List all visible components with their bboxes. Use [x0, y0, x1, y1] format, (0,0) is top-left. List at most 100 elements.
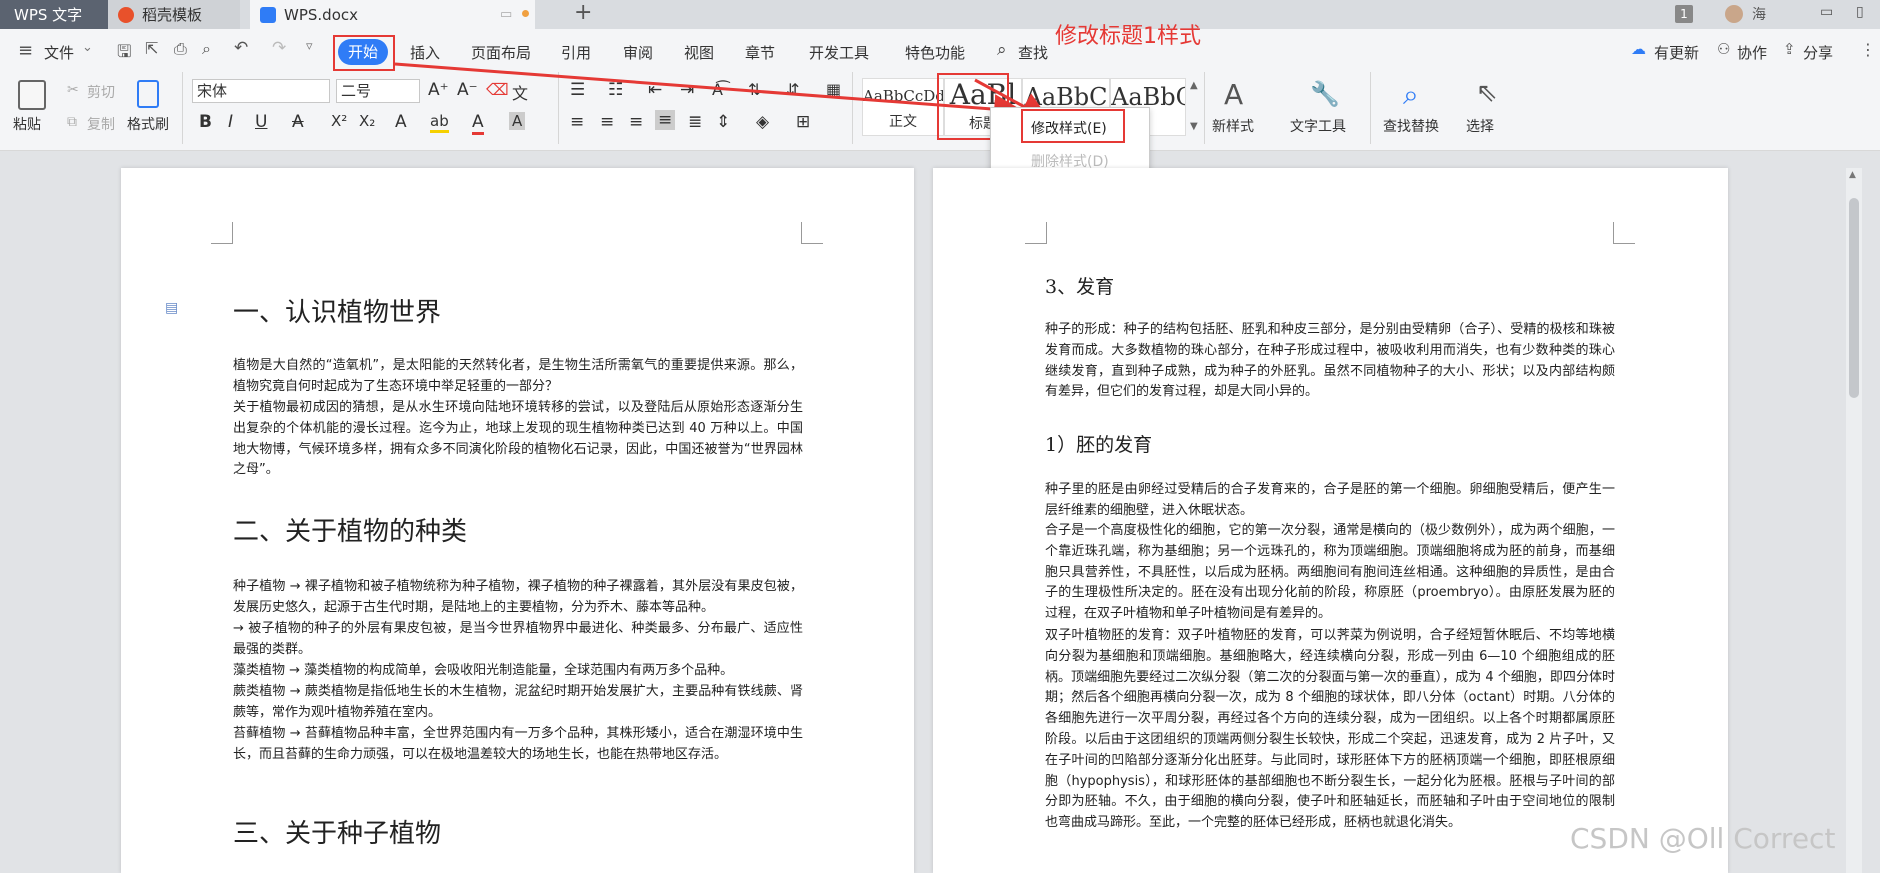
table-icon[interactable]: ▦: [826, 80, 841, 99]
more-icon[interactable]: ⋮: [1860, 40, 1876, 59]
undo-icon[interactable]: ↶: [234, 38, 248, 58]
numbered-list-icon[interactable]: ☷: [608, 80, 623, 100]
body-paragraph[interactable]: 双子叶植物胚的发育：双子叶植物胚的发育，可以荠菜为例说明，合子经短暂休眠后、不均…: [1045, 626, 1615, 834]
body-paragraph[interactable]: 合子是一个高度极性化的细胞，它的第一次分裂，通常是横向的（极少数例外），成为两个…: [1045, 521, 1615, 625]
shrink-font-icon[interactable]: A⁻: [457, 80, 478, 100]
font-size-select[interactable]: 二号: [336, 79, 420, 103]
minimize-icon[interactable]: ▭: [1820, 4, 1833, 20]
align-center-icon[interactable]: ≡: [600, 112, 614, 132]
align-left-icon[interactable]: ≡: [570, 112, 584, 132]
body-paragraph[interactable]: → 被子植物的种子的外层有果皮包被，是当今世界植物界中最进化、种类最多、分布最广…: [233, 619, 803, 661]
distributed-icon[interactable]: ≣: [688, 112, 702, 132]
grow-font-icon[interactable]: A⁺: [428, 80, 449, 100]
font-name-select[interactable]: 宋体: [192, 79, 330, 103]
body-paragraph[interactable]: 苔藓植物 → 苔藓植物品种丰富，全世界范围内有一万多个品种，其株形矮小，适合在潮…: [233, 724, 803, 766]
heading-1[interactable]: 二、关于植物的种类: [233, 511, 467, 548]
decrease-indent-icon[interactable]: ⇤: [648, 80, 662, 100]
clear-format-icon[interactable]: ⌫: [486, 80, 509, 99]
document-icon[interactable]: ▤: [165, 300, 178, 316]
paragraph-spacing-icon[interactable]: ⇕: [716, 112, 730, 132]
vertical-scrollbar[interactable]: ▲: [1846, 168, 1862, 873]
page-count-badge[interactable]: 1: [1675, 5, 1693, 23]
char-shading-icon[interactable]: A: [509, 112, 526, 130]
strikethrough-icon[interactable]: A: [292, 112, 304, 132]
italic-icon[interactable]: I: [228, 112, 233, 132]
shading-icon[interactable]: ◈: [756, 112, 769, 132]
body-paragraph[interactable]: 种子的形成：种子的结构包括胚、胚乳和种皮三部分，是分别由受精卵（合子）、受精的极…: [1045, 320, 1615, 403]
restore-icon[interactable]: ▯: [1856, 4, 1864, 20]
username[interactable]: 海: [1752, 4, 1766, 24]
scroll-up-icon[interactable]: ▲: [1849, 170, 1856, 180]
print-icon[interactable]: ⎙: [174, 39, 187, 59]
align-right-icon[interactable]: ≡: [629, 112, 643, 132]
body-paragraph[interactable]: 种子植物 → 裸子植物和被子植物统称为种子植物，裸子植物的种子裸露着，其外层没有…: [233, 577, 803, 619]
copy-button[interactable]: 复制: [87, 114, 115, 134]
paste-button[interactable]: 粘贴: [13, 114, 41, 134]
tab-insert[interactable]: 插入: [410, 42, 440, 63]
share-button[interactable]: 分享: [1803, 42, 1833, 63]
search-command[interactable]: 查找: [1018, 42, 1048, 63]
body-paragraph[interactable]: 种子里的胚是由卵经过受精后的合子发育来的，合子是胚的第一个细胞。卵细胞受精后，便…: [1045, 480, 1615, 522]
scrollbar-thumb[interactable]: [1849, 198, 1859, 398]
document-page-1[interactable]: ▤ 一、认识植物世界 植物是大自然的“造氧机”，是太阳能的天然转化者，是生物生活…: [121, 168, 914, 873]
sort-icon[interactable]: ⇅: [748, 80, 761, 99]
monitor-icon[interactable]: ▭: [500, 7, 512, 22]
hamburger-icon[interactable]: ≡: [18, 40, 33, 61]
bold-icon[interactable]: B: [199, 112, 212, 132]
increase-indent-icon[interactable]: ⇥: [680, 80, 694, 100]
tab-special[interactable]: 特色功能: [905, 42, 965, 63]
format-painter-button[interactable]: 格式刷: [127, 114, 169, 134]
pinyin-icon[interactable]: 文: [512, 80, 528, 104]
borders-icon[interactable]: ⊞: [796, 112, 810, 132]
redo-icon[interactable]: ↷: [272, 38, 286, 58]
heading-1[interactable]: 一、认识植物世界: [233, 292, 441, 329]
justify-icon[interactable]: ≡: [655, 110, 676, 130]
tab-wps-writer[interactable]: WPS 文字: [0, 0, 108, 29]
file-menu[interactable]: 文件: [44, 42, 74, 63]
heading-1[interactable]: 三、关于种子植物: [233, 813, 441, 850]
cut-button[interactable]: 剪切: [87, 82, 115, 102]
document-page-2[interactable]: 3、发育 种子的形成：种子的结构包括胚、胚乳和种皮三部分，是分别由受精卵（合子）…: [933, 168, 1728, 873]
tab-developer[interactable]: 开发工具: [809, 42, 869, 63]
gallery-scroll-down-icon[interactable]: ▼: [1190, 121, 1198, 132]
search-icon[interactable]: ⌕: [997, 40, 1007, 60]
tab-document[interactable]: WPS.docx ▭: [250, 0, 535, 29]
font-color-icon[interactable]: A: [472, 112, 484, 135]
gallery-scroll-up-icon[interactable]: ▲: [1190, 80, 1198, 91]
print-preview-icon[interactable]: ⌕: [202, 39, 211, 59]
text-tools-button[interactable]: 文字工具: [1290, 116, 1346, 136]
underline-icon[interactable]: U: [255, 112, 267, 132]
body-paragraph[interactable]: 关于植物最初成因的猜想，是从水生环境向陆地环境转移的尝试，以及登陆后从原始形态逐…: [233, 398, 803, 481]
tab-page-layout[interactable]: 页面布局: [471, 42, 531, 63]
tab-chapter[interactable]: 章节: [745, 42, 775, 63]
heading-2[interactable]: 1）胚的发育: [1045, 430, 1152, 457]
body-paragraph[interactable]: 藻类植物 → 藻类植物的构成简单，会吸收阳光制造能量，全球范围内有两万多个品种。: [233, 661, 803, 682]
tab-view[interactable]: 视图: [684, 42, 714, 63]
subscript-icon[interactable]: X₂: [359, 112, 375, 130]
superscript-icon[interactable]: X²: [331, 112, 347, 130]
tab-review[interactable]: 审阅: [623, 42, 653, 63]
body-paragraph[interactable]: 蕨类植物 → 蕨类植物是指低地生长的木生植物，泥盆纪时期开始发展扩大，主要品种有…: [233, 682, 803, 724]
new-style-button[interactable]: 新样式: [1212, 116, 1254, 136]
chevron-down-icon[interactable]: ⌄: [82, 40, 93, 55]
collaborate-button[interactable]: 协作: [1737, 42, 1767, 63]
tab-docer-templates[interactable]: 稻壳模板: [108, 0, 240, 29]
find-replace-button[interactable]: 查找替换: [1383, 116, 1439, 136]
customize-icon[interactable]: ▿: [306, 39, 313, 54]
body-paragraph[interactable]: 植物是大自然的“造氧机”，是太阳能的天然转化者，是生物生活所需氧气的重要提供来源…: [233, 356, 803, 398]
avatar[interactable]: [1725, 5, 1743, 23]
bullet-list-icon[interactable]: ☰: [570, 80, 585, 100]
update-button[interactable]: 有更新: [1654, 42, 1699, 63]
tab-references[interactable]: 引用: [561, 42, 591, 63]
save-icon[interactable]: 🖫: [117, 39, 131, 68]
change-case-icon[interactable]: A͡: [712, 80, 723, 99]
export-icon[interactable]: ⇱: [145, 39, 158, 58]
new-tab-button[interactable]: +: [574, 0, 592, 25]
highlight-icon[interactable]: ab: [430, 112, 449, 133]
heading-2[interactable]: 3、发育: [1045, 272, 1114, 299]
modify-style-item[interactable]: 修改样式(E): [1031, 118, 1107, 138]
style-normal[interactable]: AaBbCcDd 正文: [862, 78, 944, 136]
select-button[interactable]: 选择: [1466, 116, 1494, 136]
text-effect-icon[interactable]: A: [395, 112, 407, 132]
line-spacing-icon[interactable]: ⇵: [786, 80, 799, 99]
